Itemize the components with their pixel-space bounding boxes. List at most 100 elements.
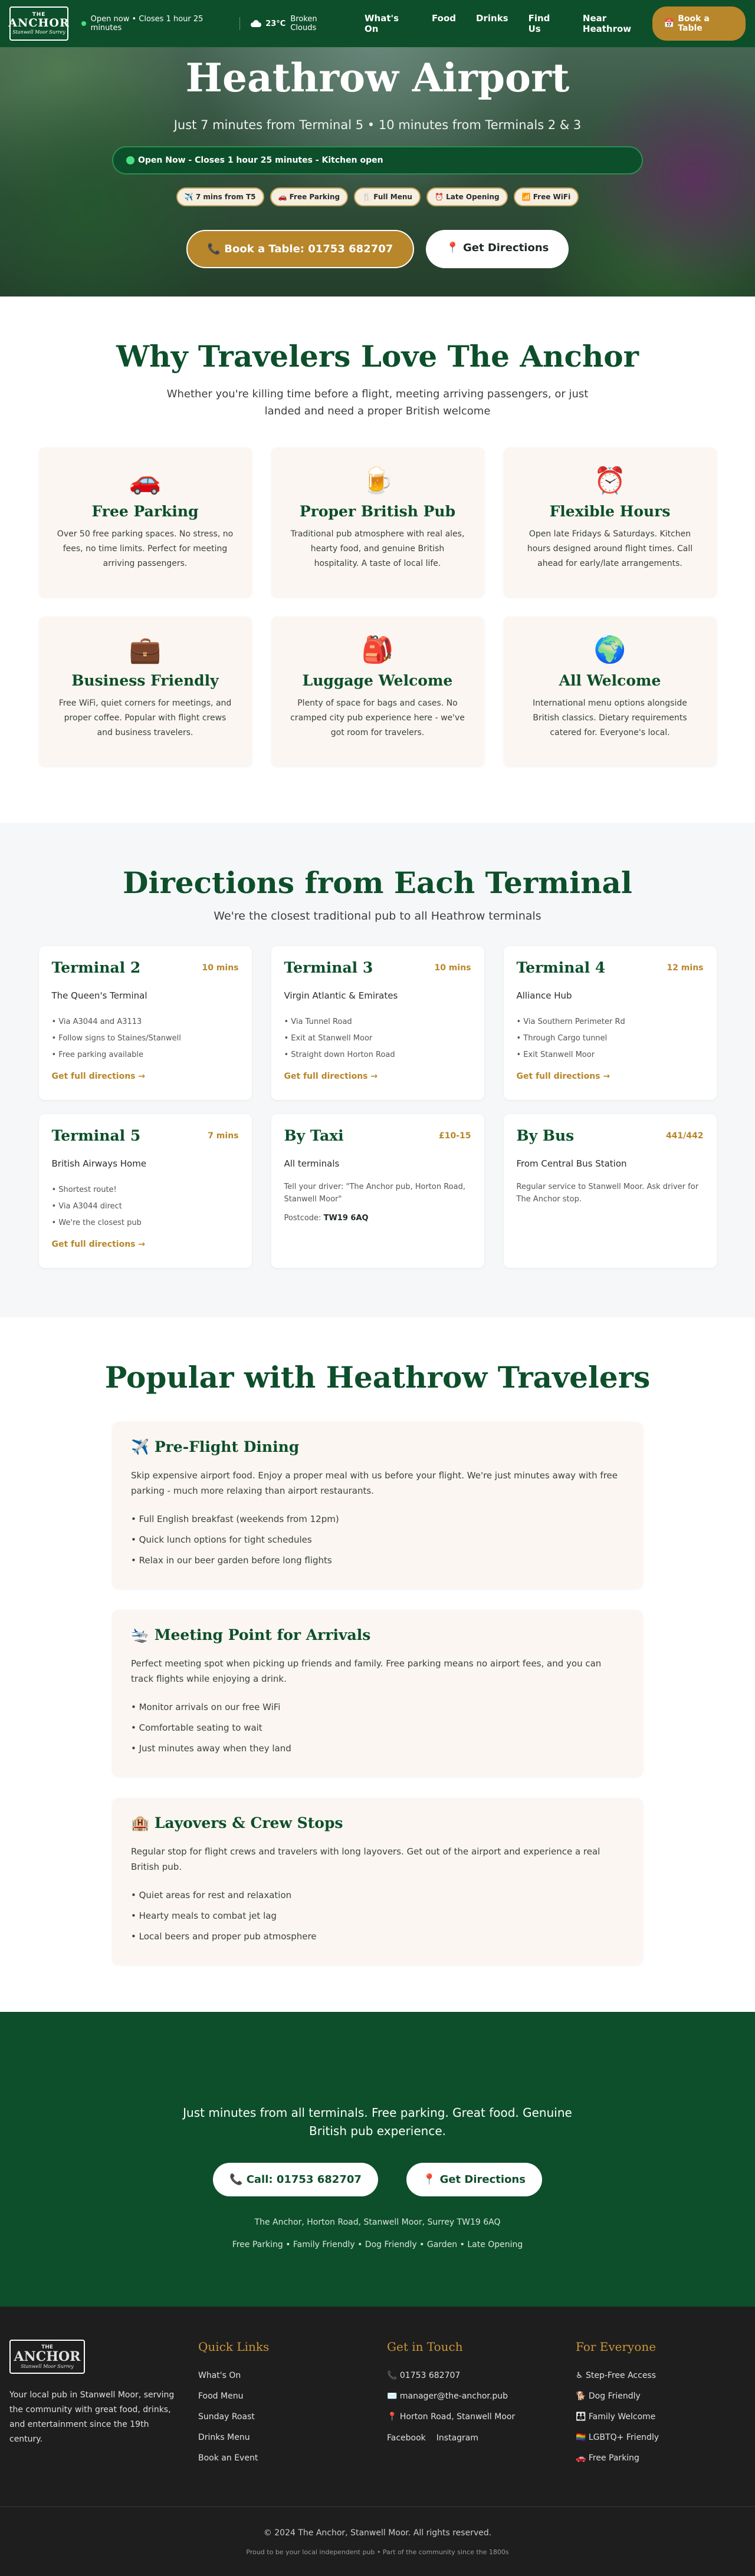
full-directions-link[interactable]: Get full directions → — [284, 1072, 471, 1081]
feature-text: Free WiFi, quiet corners for meetings, a… — [58, 699, 232, 737]
cloud-icon — [250, 20, 262, 27]
logo-tag: Stanwell Moor Surrey — [21, 2363, 74, 2369]
feature-text: Open late Fridays & Saturdays. Kitchen h… — [527, 529, 693, 568]
feature-text: International menu options alongside Bri… — [533, 699, 687, 737]
footer-quick-links-col: Quick Links What's On Food Menu Sunday R… — [198, 2340, 387, 2469]
backpack-icon: 🎒 — [361, 635, 394, 665]
terminal-name: Terminal 5 — [51, 1127, 141, 1144]
badge-wifi: 📶 Free WiFi — [513, 187, 579, 206]
postcode-label: Postcode: — [284, 1214, 321, 1223]
feature-card: ⏰ Flexible Hours Open late Fridays & Sat… — [503, 447, 717, 597]
alarm-clock-icon: ⏰ — [593, 466, 626, 496]
get-directions-button[interactable]: 📍 Get Directions — [406, 2163, 542, 2196]
facebook-link[interactable]: Facebook — [387, 2433, 426, 2443]
green-status-icon — [126, 156, 134, 164]
feature-grid: 🚗 Free Parking Over 50 free parking spac… — [0, 447, 755, 766]
full-directions-link[interactable]: Get full directions → — [52, 1240, 239, 1249]
logo-name: ANCHOR — [14, 2348, 81, 2364]
route-step: • Follow signs to Staines/Stanwell — [51, 1034, 181, 1043]
full-directions-link[interactable]: Get full directions → — [52, 1072, 239, 1081]
footer-feature: 🚗 Free Parking — [576, 2453, 639, 2463]
feature-title: All Welcome — [559, 672, 661, 689]
why-lede: Whether you're killing time before a fli… — [166, 388, 589, 417]
open-status: Open now • Closes 1 hour 25 minutes — [81, 15, 230, 32]
popular-card: ✈️ Pre-Flight Dining Skip expensive airp… — [112, 1422, 643, 1589]
terminal-sub: The Queen's Terminal — [51, 990, 147, 1001]
nav-drinks[interactable]: Drinks — [476, 13, 508, 34]
directions-lede: We're the closest traditional pub to all… — [214, 910, 541, 923]
footer-about-col: THE ANCHOR Stanwell Moor Surrey Your loc… — [9, 2340, 198, 2469]
hero-directions-button[interactable]: 📍 Get Directions — [426, 230, 569, 268]
feature-text: Traditional pub atmosphere with real ale… — [290, 529, 465, 568]
list-item: • Monitor arrivals on our free WiFi — [131, 1702, 281, 1712]
popular-card: 🛬 Meeting Point for Arrivals Perfect mee… — [112, 1610, 643, 1777]
instagram-link[interactable]: Instagram — [436, 2433, 478, 2443]
footer-phone[interactable]: 📞 01753 682707 — [387, 2366, 576, 2386]
footer-link[interactable]: Food Menu — [198, 2386, 387, 2407]
open-dot-icon — [81, 21, 86, 26]
feature-card: 💼 Business Friendly Free WiFi, quiet cor… — [38, 617, 252, 766]
hero-subtitle: Just 7 minutes from Terminal 5 • 10 minu… — [173, 118, 582, 132]
footer-heading: Get in Touch — [387, 2340, 463, 2354]
footer-address: 📍 Horton Road, Stanwell Moor — [387, 2412, 516, 2422]
taxi-price: £10-15 — [438, 1131, 471, 1141]
badge-t5: ✈️ 7 mins from T5 — [176, 187, 264, 206]
nav-whats-on[interactable]: What's On — [365, 13, 412, 34]
taxi-sub: All terminals — [284, 1158, 340, 1169]
call-button[interactable]: 📞 Call: 01753 682707 — [213, 2163, 378, 2196]
feature-title: Free Parking — [91, 503, 199, 520]
full-directions-link[interactable]: Get full directions → — [517, 1072, 704, 1081]
footer-contact-col: Get in Touch 📞 01753 682707 ✉️ manager@t… — [387, 2340, 576, 2469]
badge-parking: 🚗 Free Parking — [270, 187, 349, 206]
footer-link[interactable]: Book an Event — [198, 2448, 387, 2469]
list-item: • Relax in our beer garden before long f… — [131, 1555, 332, 1566]
nav-find-us[interactable]: Find Us — [528, 13, 563, 34]
terminal-time: 12 mins — [667, 963, 704, 973]
footer-logo[interactable]: THE ANCHOR Stanwell Moor Surrey — [9, 2340, 85, 2374]
feature-card: 🎒 Luggage Welcome Plenty of space for ba… — [271, 617, 484, 766]
route-step: • Via Tunnel Road — [284, 1017, 352, 1026]
top-nav: THE ANCHOR Stanwell Moor Surrey Open now… — [0, 0, 755, 47]
footer-link[interactable]: Drinks Menu — [198, 2427, 387, 2448]
footer-feature: 👪 Family Welcome — [576, 2412, 656, 2422]
list-item: • Quiet areas for rest and relaxation — [131, 1890, 292, 1900]
nav-food[interactable]: Food — [432, 13, 456, 34]
car-icon: 🚗 — [129, 466, 162, 496]
list-item: • Local beers and proper pub atmosphere — [131, 1931, 317, 1942]
badge-menu: 🍴 Full Menu — [354, 187, 421, 206]
footer-bottom: © 2024 The Anchor, Stanwell Moor. All ri… — [0, 2506, 755, 2576]
list-item: • Just minutes away when they land — [131, 1743, 291, 1754]
popular-card-text: Skip expensive airport food. Enjoy a pro… — [131, 1470, 618, 1496]
divider — [239, 17, 241, 30]
list-item: • Quick lunch options for tight schedule… — [131, 1534, 312, 1545]
terminal-sub: Virgin Atlantic & Emirates — [284, 990, 398, 1001]
hero-book-button[interactable]: 📞 Book a Table: 01753 682707 — [186, 230, 415, 268]
feature-text: Over 50 free parking spaces. No stress, … — [57, 529, 234, 568]
popular-card: 🏨 Layovers & Crew Stops Regular stop for… — [112, 1798, 643, 1965]
feature-title: Business Friendly — [71, 672, 219, 689]
footer-link[interactable]: What's On — [198, 2366, 387, 2386]
book-table-label: Book a Table — [678, 14, 710, 33]
popular-title: Popular with Heathrow Travelers — [104, 1360, 651, 1395]
briefcase-icon: 💼 — [129, 635, 162, 665]
bus-sub: From Central Bus Station — [516, 1158, 627, 1169]
terminal-name: Terminal 2 — [51, 959, 141, 976]
route-step: • Via Southern Perimeter Rd — [516, 1017, 625, 1026]
popular-card-text: Perfect meeting spot when picking up fri… — [131, 1658, 602, 1684]
route-step: • Exit at Stanwell Moor — [284, 1034, 373, 1043]
footer-email[interactable]: ✉️ manager@the-anchor.pub — [387, 2386, 576, 2407]
main-menu: What's On Food Drinks Find Us Near Heath… — [365, 13, 652, 34]
anchor-logo[interactable]: THE ANCHOR Stanwell Moor Surrey — [8, 6, 69, 41]
globe-icon: 🌍 — [593, 635, 626, 665]
nav-near-heathrow[interactable]: Near Heathrow — [583, 13, 652, 34]
badge-late: ⏰ Late Opening — [426, 187, 508, 206]
bus-desc: Regular service to Stanwell Moor. Ask dr… — [516, 1182, 699, 1204]
taxi-postcode: Postcode: TW19 6AQ — [284, 1214, 471, 1223]
weather-widget: 23°C Broken Clouds — [250, 15, 342, 32]
footer-everyone-col: For Everyone ♿ Step-Free Access 🐕 Dog Fr… — [576, 2340, 755, 2469]
footer-feature: ♿ Step-Free Access — [576, 2371, 656, 2380]
popular-card-title: 🏨 Layovers & Crew Stops — [131, 1814, 343, 1831]
terminal-sub: Alliance Hub — [516, 990, 572, 1001]
footer-link[interactable]: Sunday Roast — [198, 2407, 387, 2427]
book-table-button[interactable]: 📅 Book a Table — [652, 6, 746, 41]
